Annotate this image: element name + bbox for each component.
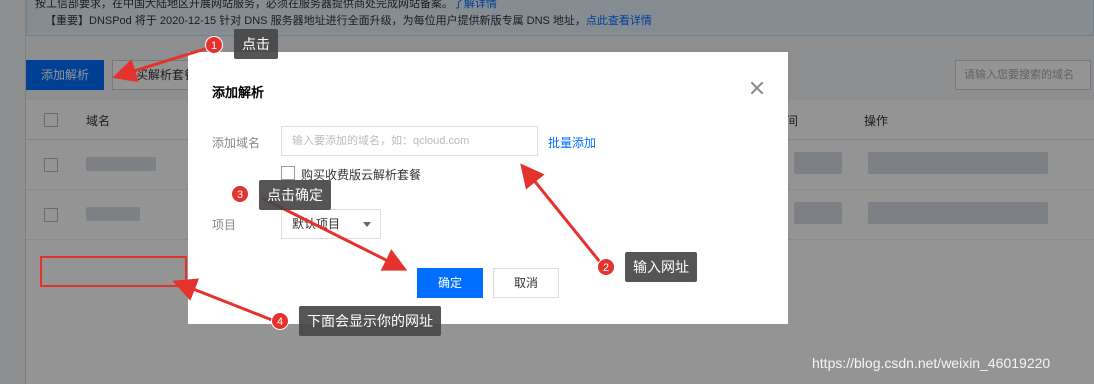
arrow-step-2 bbox=[520, 163, 602, 263]
step-4-badge: 4 bbox=[271, 312, 289, 330]
arrow-step-4 bbox=[172, 278, 273, 322]
arrow-step-1 bbox=[112, 46, 209, 83]
step-3-badge: 3 bbox=[231, 185, 249, 203]
step-2-callout: 输入网址 bbox=[625, 252, 697, 282]
step-4-callout: 下面会显示你的网址 bbox=[299, 306, 441, 336]
watermark: https://blog.csdn.net/weixin_46019220 bbox=[812, 355, 1051, 371]
step-3-callout: 点击确定 bbox=[259, 180, 331, 210]
step-1-badge: 1 bbox=[205, 36, 223, 54]
step-2-badge: 2 bbox=[597, 258, 615, 276]
step-1-callout: 点击 bbox=[234, 29, 278, 59]
annotation-arrows bbox=[112, 46, 602, 322]
